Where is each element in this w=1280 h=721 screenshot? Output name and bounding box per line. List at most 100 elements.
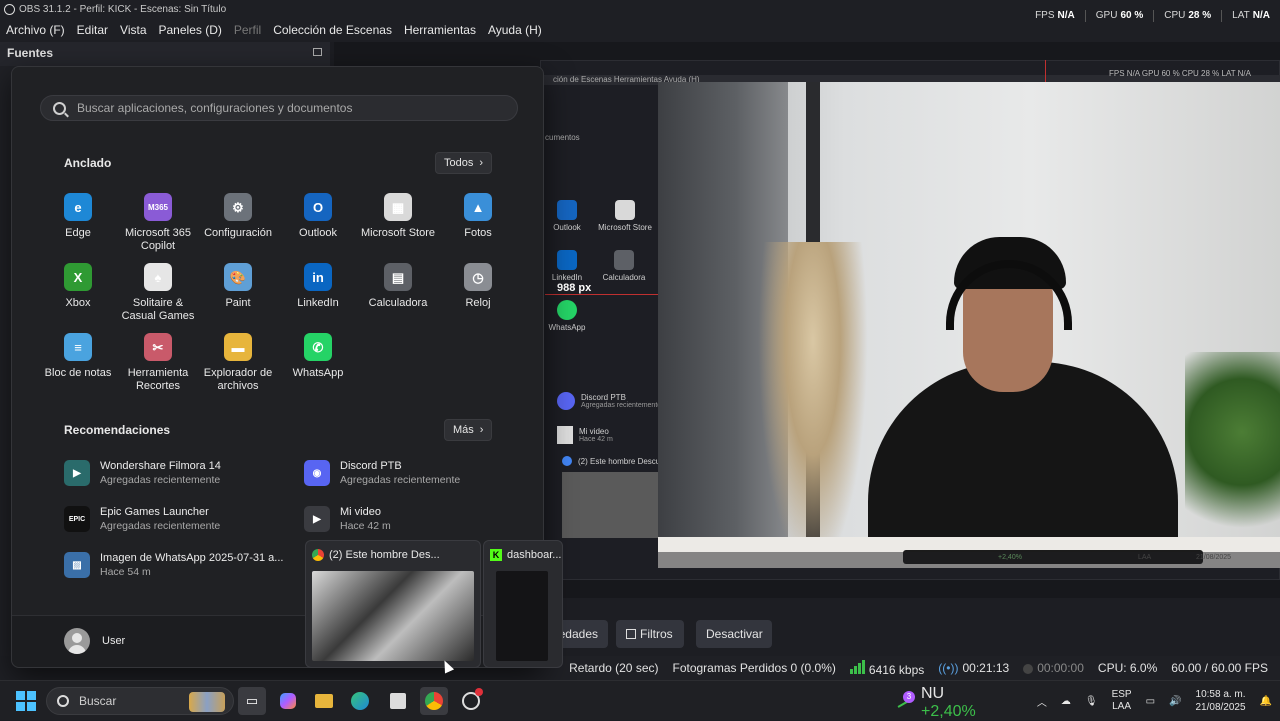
thumbnail-kick[interactable]: Kdashboar...	[483, 540, 563, 668]
menu-item[interactable]: Colección de Escenas	[267, 23, 398, 37]
user-name[interactable]: User	[102, 635, 125, 647]
stock-change: +2,40%	[921, 703, 976, 720]
xbox-icon: X	[64, 263, 92, 291]
pinned-app-label: LinkedIn	[297, 297, 339, 309]
stock-widget[interactable]: 3 NU +2,40%	[897, 685, 976, 721]
nested-thumbnail	[562, 472, 658, 538]
network-icon[interactable]: ▭	[1146, 696, 1155, 707]
recommendation-item[interactable]: ▨ Imagen de WhatsApp 2025-07-31 a... Hace …	[64, 552, 283, 578]
search-placeholder: Buscar aplicaciones, configuraciones y d…	[77, 101, 353, 115]
edge-icon[interactable]	[346, 687, 374, 715]
pinned-app[interactable]: X Xbox	[38, 263, 118, 310]
gpu-stat: GPU 60 %	[1095, 10, 1144, 21]
menu-item[interactable]: Perfil	[228, 23, 267, 37]
pinned-app[interactable]: 🎨 Paint	[198, 263, 278, 310]
chevron-right-icon: ›	[479, 157, 484, 169]
lat-stat: LAT N/A	[1232, 10, 1270, 21]
cloud-icon[interactable]: ☁	[1061, 696, 1071, 707]
recommendation-subtitle: Agregadas recientemente	[100, 474, 221, 486]
menu-item[interactable]: Vista	[114, 23, 152, 37]
gear-icon: ⚙	[224, 193, 252, 221]
menu-item[interactable]: Archivo (F)	[0, 23, 71, 37]
menu-item[interactable]: Editar	[71, 23, 114, 37]
file-explorer-icon[interactable]	[310, 687, 338, 715]
pinned-app-label: Calculadora	[368, 297, 428, 309]
bitrate-status: 6416 kbps	[849, 659, 924, 677]
notification-icon[interactable]: 🔔	[1260, 696, 1272, 707]
whatsapp-icon	[557, 300, 577, 320]
pinned-app[interactable]: in LinkedIn	[278, 263, 358, 310]
pinned-app[interactable]: O Outlook	[278, 193, 358, 240]
language-indicator[interactable]: ESP LAA	[1112, 689, 1132, 713]
pinned-app[interactable]: ▤ Calculadora	[358, 263, 438, 310]
chrome-icon[interactable]	[420, 687, 448, 715]
obs-logo-icon	[4, 3, 15, 15]
notepad-icon: ≡	[64, 333, 92, 361]
taskbar-search-label: Buscar	[79, 694, 117, 708]
guide-line	[1045, 60, 1046, 82]
pinned-app[interactable]: ▬ Explorador de archivos	[198, 333, 278, 393]
stock-ticker: NU	[921, 685, 945, 702]
plant-leaves	[1185, 352, 1280, 552]
obs-icon[interactable]	[457, 687, 485, 715]
taskbar-search[interactable]: Buscar	[46, 687, 234, 715]
search-icon	[57, 695, 69, 707]
volume-icon[interactable]: 🔊	[1169, 696, 1181, 707]
pinned-app-label: Configuración	[204, 227, 272, 239]
all-apps-button[interactable]: Todos ›	[435, 152, 493, 174]
webcam-source[interactable]: +2,40% LAA 21/08/2025	[658, 82, 1280, 568]
pinned-app[interactable]: ✆ WhatsApp	[278, 333, 358, 380]
pinned-app[interactable]: e Edge	[38, 193, 118, 240]
chevron-up-icon[interactable]: ︿	[1037, 694, 1047, 709]
recommendation-subtitle: Hace 54 m	[100, 566, 151, 578]
menu-item[interactable]: Herramientas	[398, 23, 482, 37]
paint-icon: 🎨	[224, 263, 252, 291]
recommendation-item[interactable]: ◉ Discord PTB Agregadas recientemente	[304, 460, 460, 486]
pinned-app[interactable]: ✂ Herramienta Recortes	[118, 333, 198, 393]
clock[interactable]: 10:58 a. m. 21/08/2025	[1195, 688, 1245, 714]
recommendation-item[interactable]: ▶ Wondershare Filmora 14 Agregadas recient…	[64, 460, 221, 486]
recommendation-subtitle: Agregadas recientemente	[340, 474, 461, 486]
start-button[interactable]	[12, 687, 40, 715]
chevron-right-icon: ›	[479, 424, 484, 436]
pinned-app[interactable]: M365 Microsoft 365 Copilot	[118, 193, 198, 253]
menu-item[interactable]: Ayuda (H)	[482, 23, 548, 37]
deactivate-button[interactable]: Desactivar	[696, 620, 772, 648]
more-button[interactable]: Más ›	[444, 419, 493, 441]
pinned-app-label: Bloc de notas	[44, 367, 112, 379]
pinned-app[interactable]: ≡ Bloc de notas	[38, 333, 118, 380]
recommendation-name: Imagen de WhatsApp 2025-07-31 a...	[100, 552, 284, 564]
nested-rec-item: Discord PTB Agregadas recientemente	[557, 392, 661, 410]
stat-divider	[1221, 10, 1223, 22]
nested-app: Outlook	[548, 200, 586, 232]
edge-icon: e	[64, 193, 92, 221]
recommendation-item[interactable]: ▶ Mi video Hace 42 m	[304, 506, 391, 532]
filters-button[interactable]: Filtros	[616, 620, 684, 648]
pinned-app[interactable]: ◷ Reloj	[438, 263, 518, 310]
microphone-icon[interactable]: 🎙	[1085, 696, 1098, 707]
filmora-icon: ▶	[64, 460, 90, 486]
store-icon[interactable]	[384, 687, 412, 715]
chrome-icon	[562, 456, 572, 466]
task-view-icon[interactable]: ▭	[238, 687, 266, 715]
avatar[interactable]	[64, 628, 90, 654]
thumbnail-chrome[interactable]: (2) Este hombre Des...	[305, 540, 481, 668]
nested-app: Microsoft Store	[596, 200, 654, 232]
signal-bars-icon	[849, 659, 865, 674]
menu-item[interactable]: Paneles (D)	[153, 23, 228, 37]
stream-time-status: ((•)) 00:21:13	[938, 661, 1010, 675]
pinned-app[interactable]: ▦ Microsoft Store	[358, 193, 438, 240]
pinned-app[interactable]: ♠ Solitaire & Casual Games	[118, 263, 198, 323]
pinned-app[interactable]: ⚙ Configuración	[198, 193, 278, 240]
nested-app: Calculadora	[598, 250, 650, 282]
thumbnail-title: dashboar...	[507, 549, 562, 561]
record-icon	[1023, 663, 1034, 674]
undock-icon[interactable]	[313, 48, 322, 56]
thumbnail-preview	[496, 571, 548, 661]
pinned-app[interactable]: ▲ Fotos	[438, 193, 518, 240]
nested-docs-text: cumentos	[545, 133, 580, 142]
recommendation-item[interactable]: EPIC Epic Games Launcher Agregadas recient…	[64, 506, 220, 532]
pinned-app-label: Fotos	[464, 227, 492, 239]
start-search-input[interactable]: Buscar aplicaciones, configuraciones y d…	[40, 95, 518, 121]
copilot-icon[interactable]	[274, 687, 302, 715]
